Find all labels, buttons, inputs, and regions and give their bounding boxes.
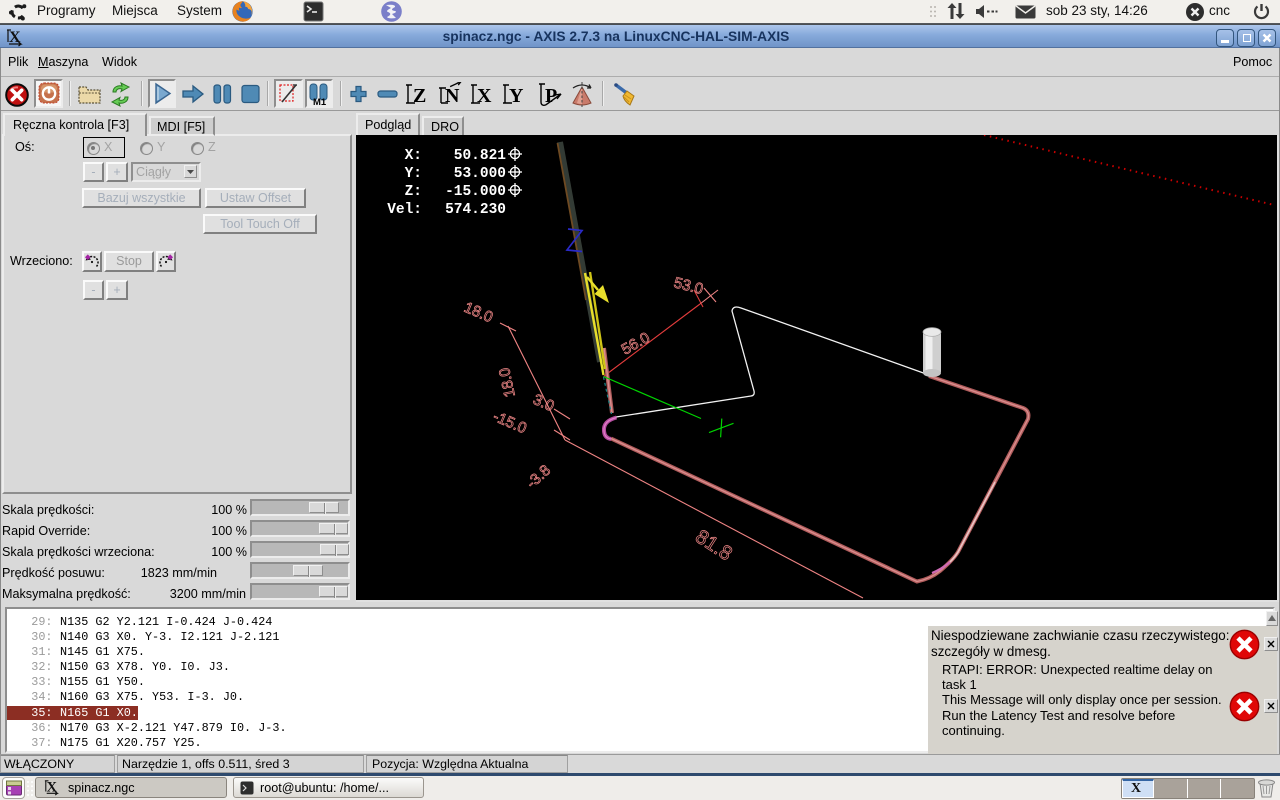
svg-text:50.821: 50.821 xyxy=(454,148,507,164)
svg-text:-3.8: -3.8 xyxy=(523,462,554,492)
svg-text:81.8: 81.8 xyxy=(691,526,736,566)
svg-text:-15.000: -15.000 xyxy=(445,184,506,200)
svg-text:3.0: 3.0 xyxy=(530,391,556,415)
svg-text:-15.0: -15.0 xyxy=(490,408,529,437)
svg-text:Vel:: Vel: xyxy=(387,202,422,218)
svg-text:Z: Z xyxy=(413,85,426,107)
svg-text:53.000: 53.000 xyxy=(454,166,506,182)
svg-text:18.0: 18.0 xyxy=(496,366,519,398)
svg-text:Z:: Z: xyxy=(405,184,422,200)
svg-text:M1: M1 xyxy=(313,97,327,106)
svg-text:18.0: 18.0 xyxy=(461,299,495,326)
svg-text:Y:: Y: xyxy=(405,166,422,182)
svg-text:53.0: 53.0 xyxy=(672,274,705,298)
svg-text:X:: X: xyxy=(405,148,422,164)
svg-text:574.230: 574.230 xyxy=(445,202,506,218)
svg-text:56.0: 56.0 xyxy=(619,329,653,358)
